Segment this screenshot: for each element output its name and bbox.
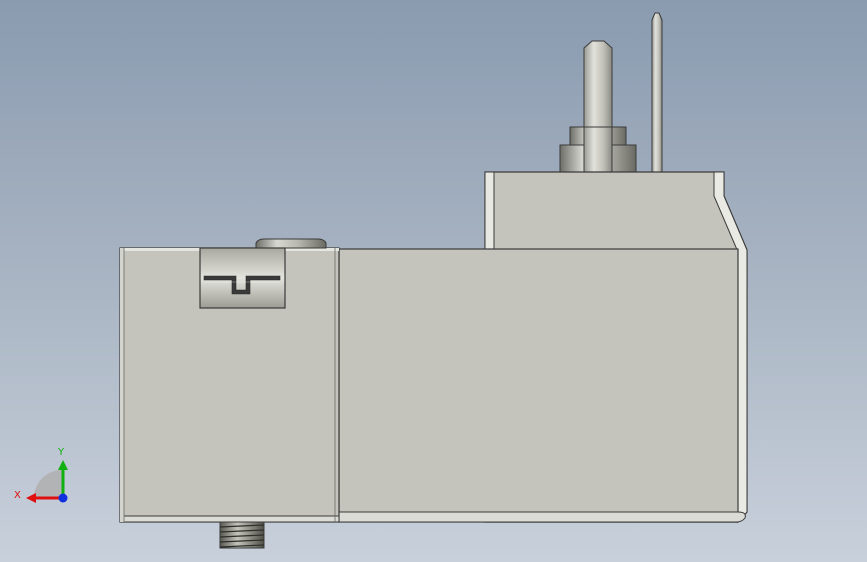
top-cap [255, 238, 327, 249]
x-axis-label: X [14, 490, 21, 501]
axis-triad[interactable]: X Y [14, 447, 68, 503]
thin-pin [651, 12, 663, 173]
z-axis-dot-icon [58, 493, 68, 503]
upper-housing-left-edge [484, 171, 495, 250]
y-axis-label: Y [57, 447, 65, 458]
clip-latch [199, 247, 286, 309]
y-axis-arrow-icon [58, 460, 68, 470]
cad-viewport[interactable]: X Y [0, 0, 867, 562]
model-view[interactable]: X Y [0, 0, 867, 562]
x-axis-arrow-icon [26, 493, 36, 503]
middle-body-face [338, 248, 739, 523]
middle-body [338, 248, 746, 523]
bottom-edge [338, 511, 746, 523]
triad-plane-icon [34, 470, 62, 498]
threaded-stud [219, 521, 265, 549]
top-pins [559, 12, 663, 173]
